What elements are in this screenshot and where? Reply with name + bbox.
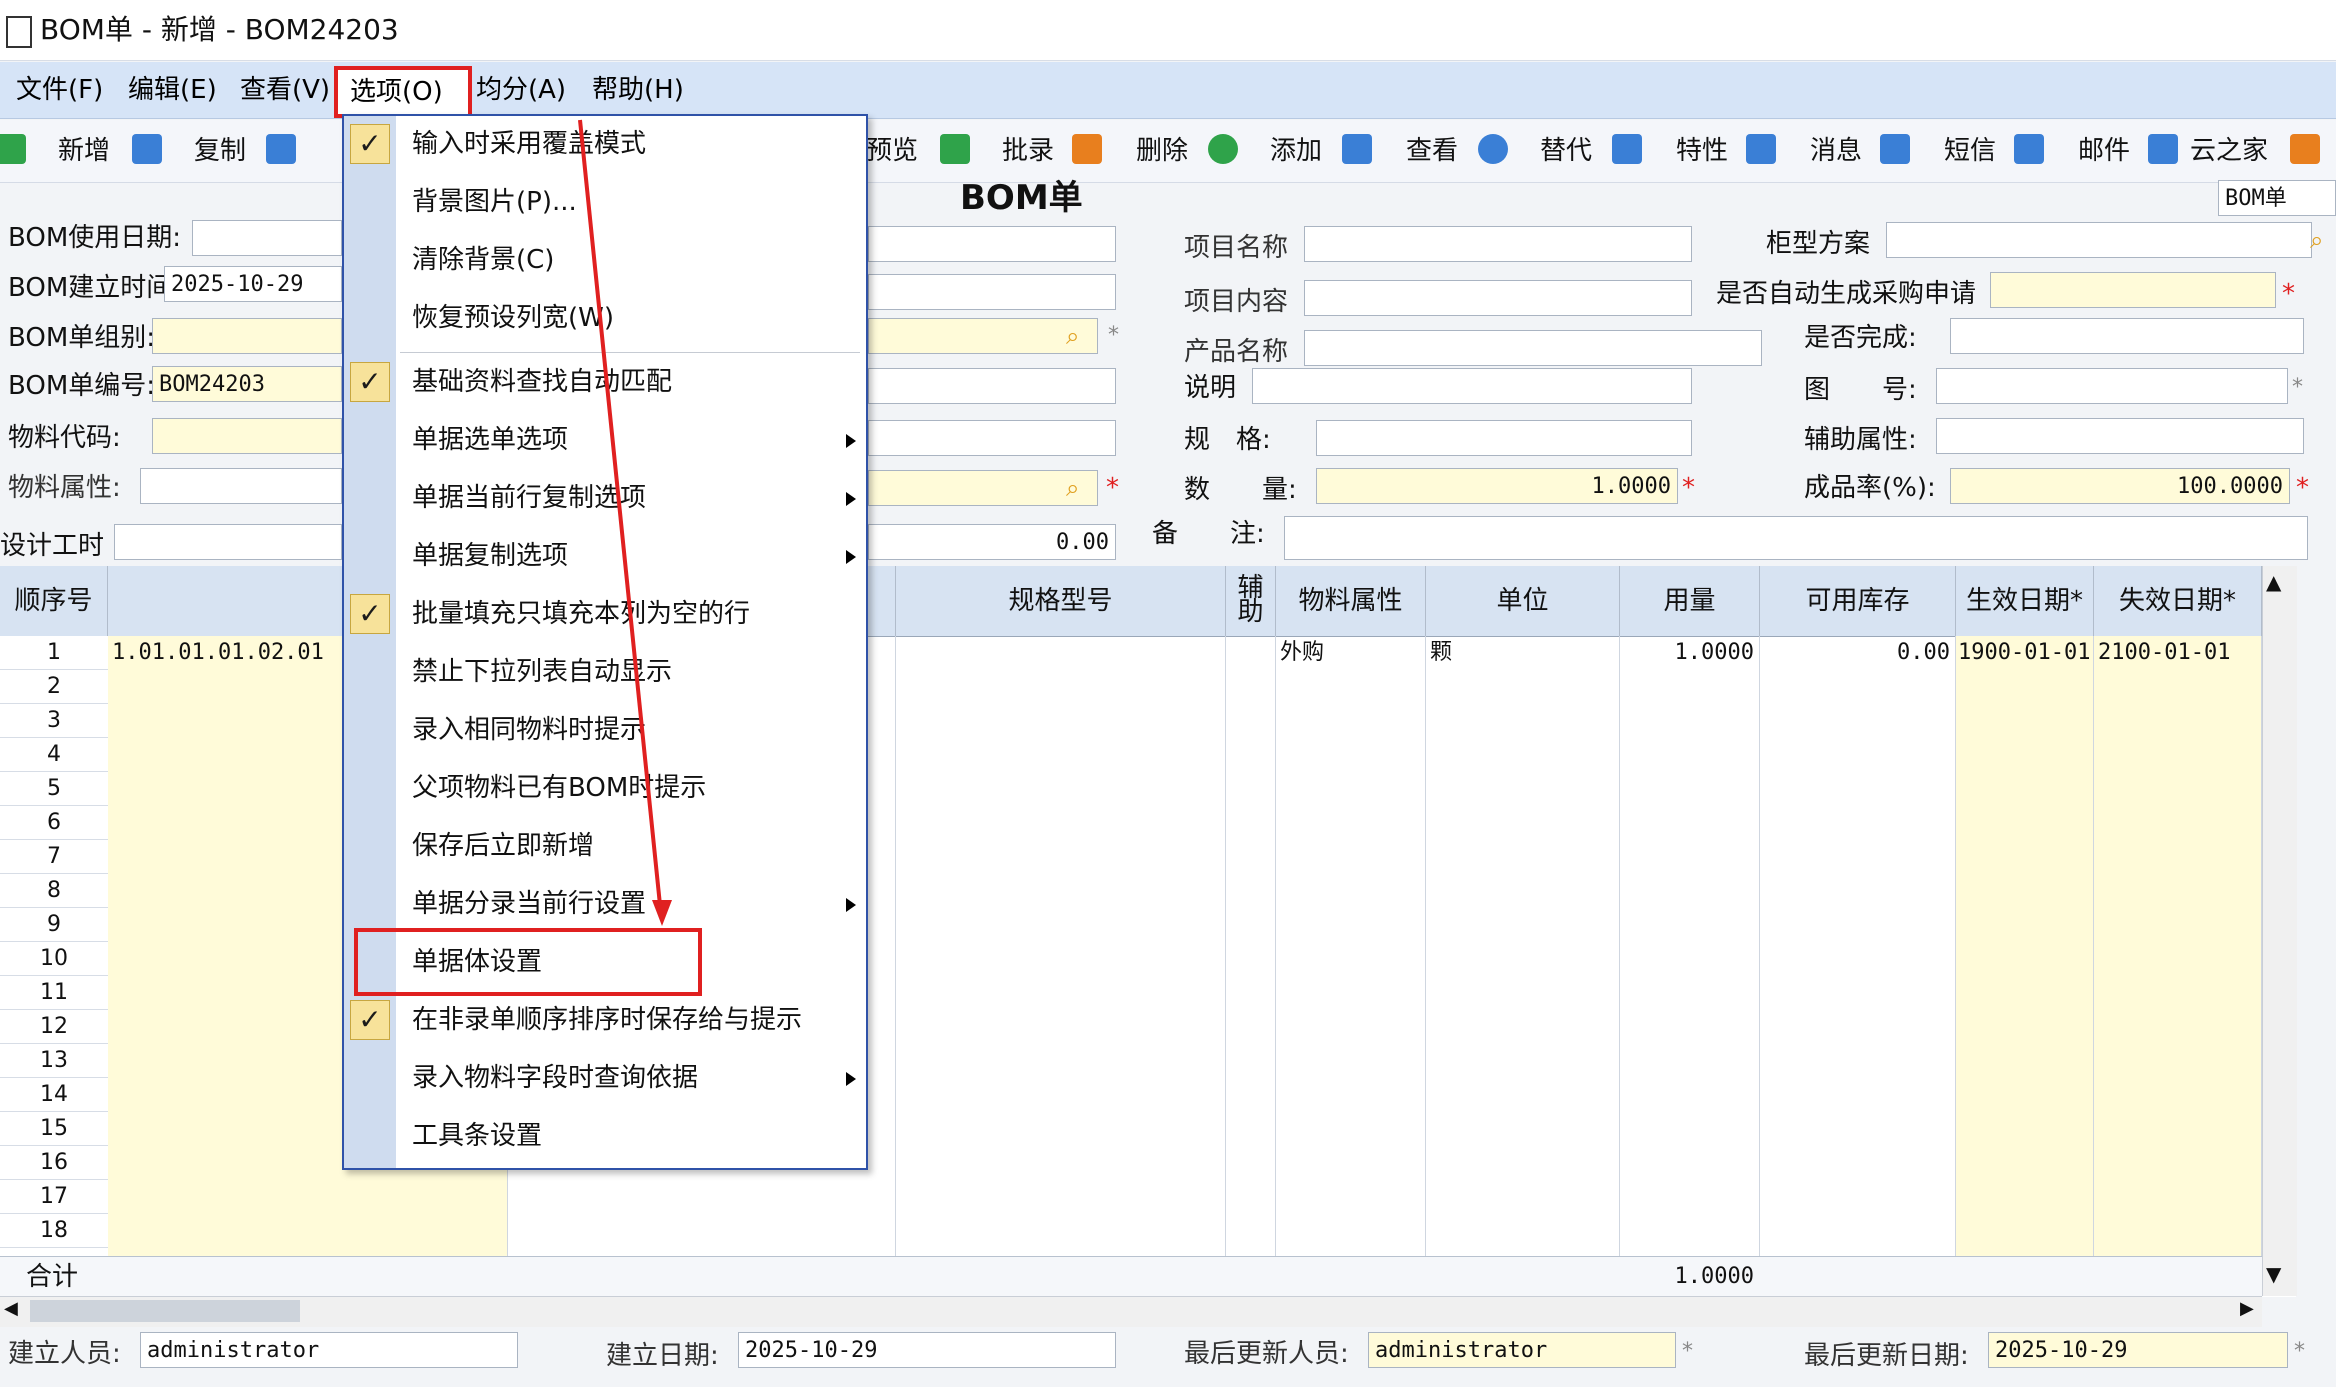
arrow-line	[578, 119, 662, 906]
arrow-head	[652, 900, 672, 926]
annotation-arrow	[578, 119, 672, 926]
